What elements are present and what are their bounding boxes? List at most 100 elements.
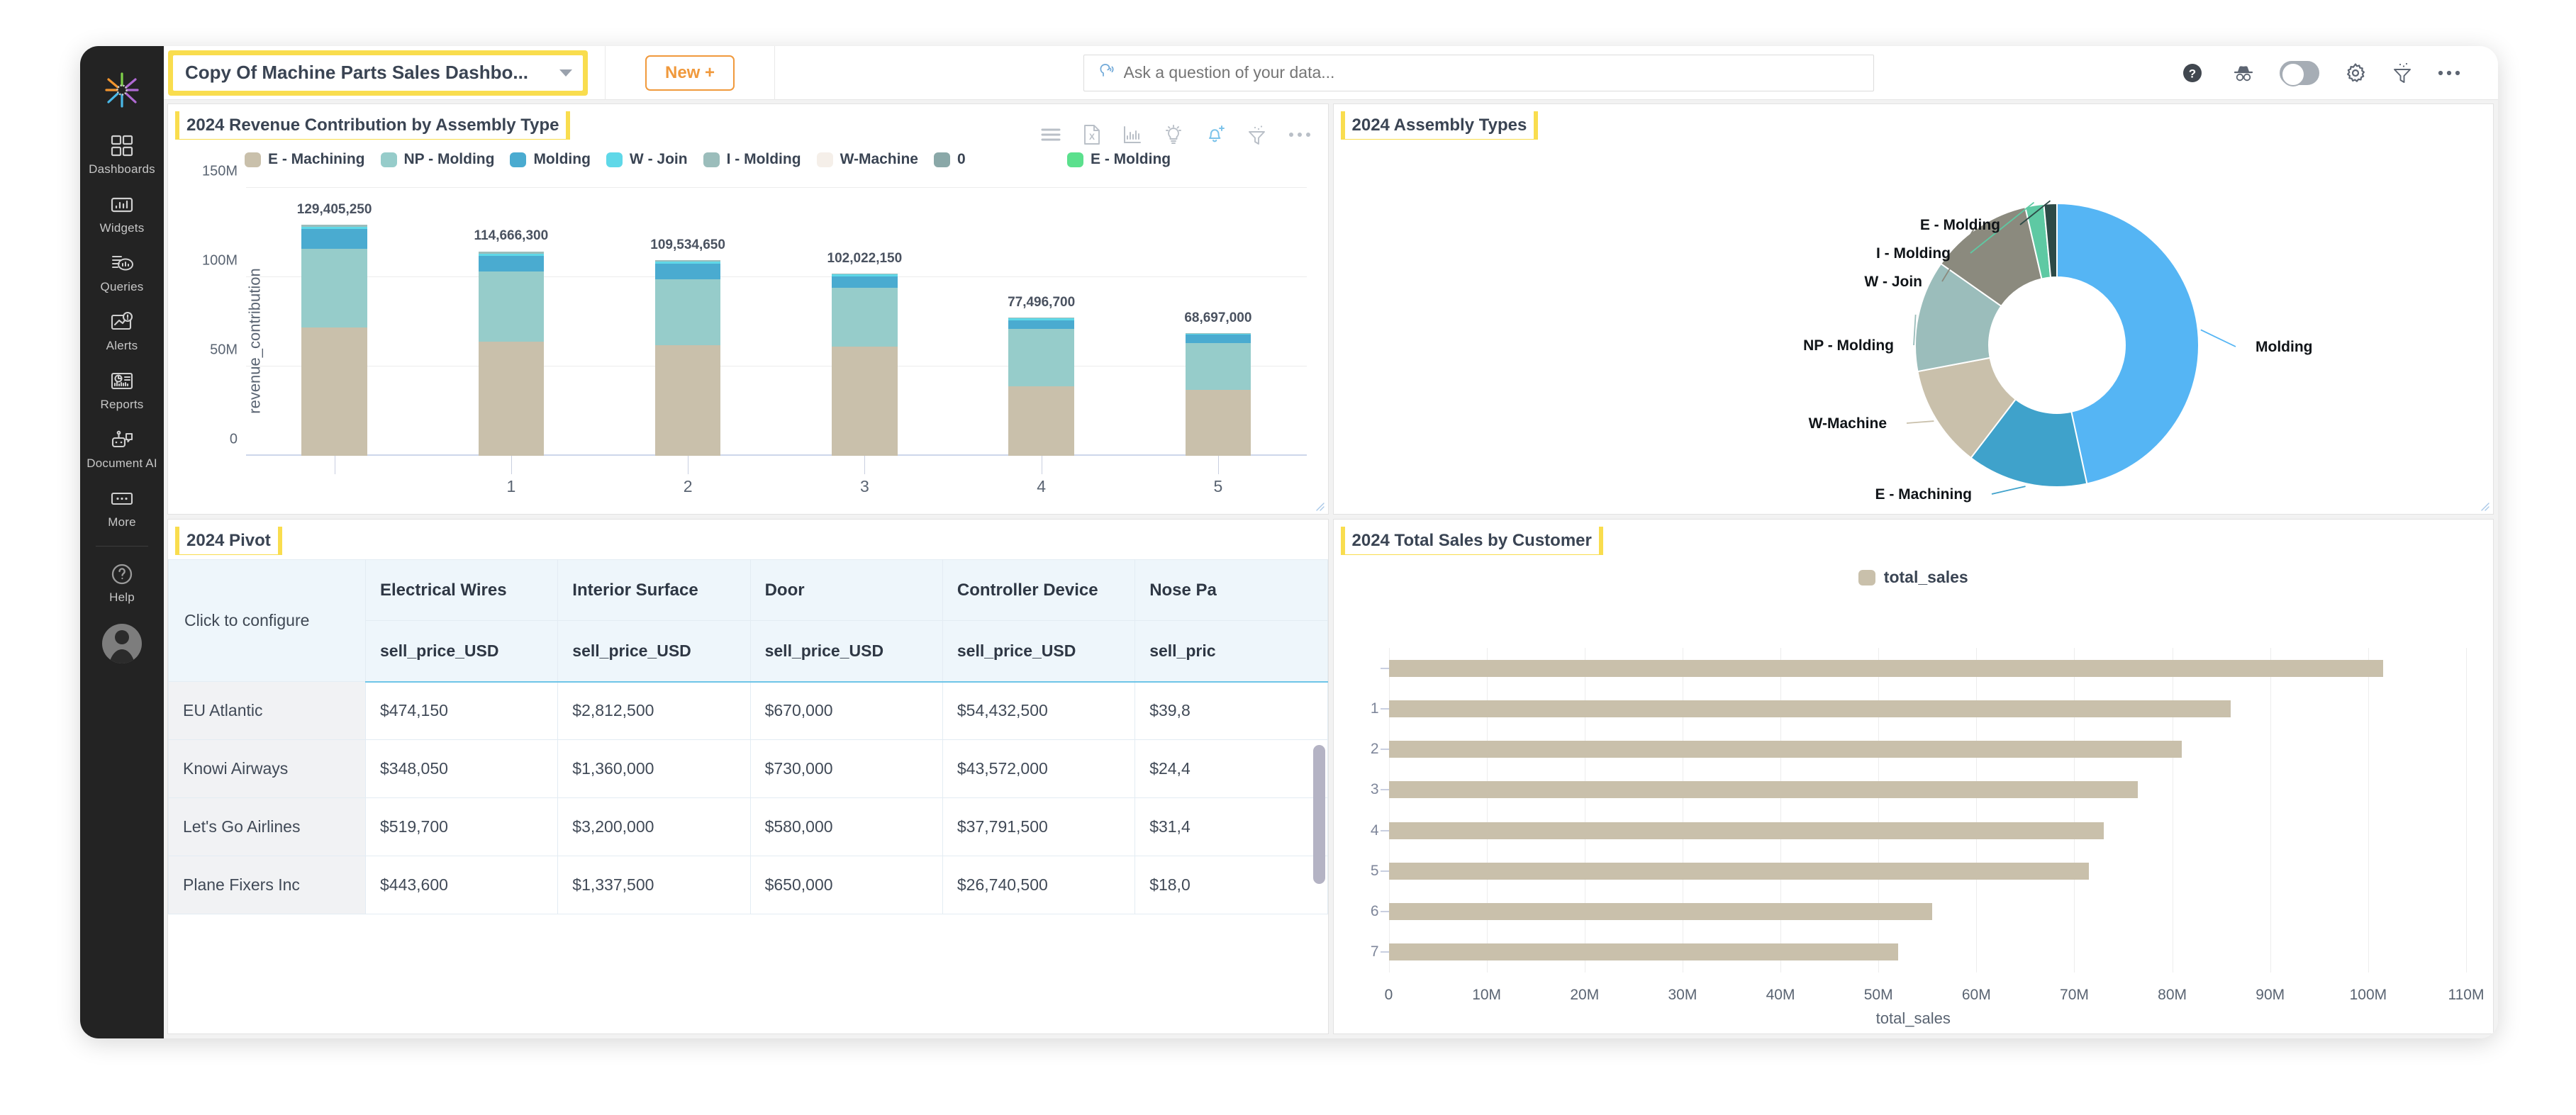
pivot-cell: $37,791,500 (942, 798, 1134, 856)
report-icon (109, 369, 135, 394)
table-row[interactable]: Let's Go Airlines$519,700$3,200,000$580,… (169, 798, 1328, 856)
filter-icon[interactable] (2392, 61, 2413, 85)
bar[interactable] (1389, 863, 2090, 880)
pivot-measure-header[interactable]: sell_pric (1135, 621, 1327, 682)
pivot-measure-header[interactable]: sell_price_USD (750, 621, 942, 682)
bar-segment (479, 271, 545, 341)
bar[interactable] (1389, 822, 2104, 839)
pivot-measure-header[interactable]: sell_price_USD (942, 621, 1134, 682)
vertical-scrollbar[interactable] (1313, 745, 1325, 884)
sidebar-item-queries[interactable]: Queries (80, 242, 164, 301)
x-tick-label: 2 (684, 477, 693, 496)
resize-handle[interactable] (1313, 500, 1325, 511)
search-input[interactable] (1124, 63, 1862, 82)
legend-label: NP - Molding (404, 151, 495, 168)
avatar[interactable] (102, 624, 142, 663)
plot-area: 010M20M30M40M50M60M70M80M90M100M110M1234… (1389, 648, 2467, 973)
bar-column[interactable]: 129,405,250 (301, 225, 367, 456)
gridline (2368, 648, 2369, 973)
x-tick-label: 1 (506, 477, 515, 496)
bar[interactable] (1389, 943, 1898, 960)
pivot-column-header[interactable]: Door (750, 560, 942, 621)
x-tick-label: 90M (2256, 987, 2285, 1004)
new-button[interactable]: New + (645, 55, 735, 91)
bar-chart-icon (109, 192, 135, 218)
x-tick-mark (1218, 456, 1219, 474)
bar[interactable] (1389, 781, 2139, 798)
gear-icon[interactable] (2343, 61, 2368, 85)
y-tick-label: 150M (202, 164, 238, 180)
help-icon-wrap: ? (2182, 62, 2231, 84)
legend-item[interactable]: E - Molding (1067, 151, 1185, 168)
filter-icon[interactable] (1247, 124, 1267, 145)
incognito-icon[interactable] (2231, 62, 2256, 84)
legend-label: E - Molding (1091, 151, 1171, 168)
more-options-icon[interactable] (1288, 131, 1311, 138)
bar-value-label: 114,666,300 (474, 228, 549, 244)
x-axis-label: total_sales (1876, 1009, 1951, 1028)
chart-legend: E - Machining NP - Molding Molding W - Join… (168, 145, 1328, 168)
legend-item[interactable]: E - Machining (245, 151, 365, 168)
horizontal-bar-chart: 010M20M30M40M50M60M70M80M90M100M110M1234… (1334, 587, 2494, 1033)
bar-segment (1008, 320, 1074, 330)
sidebar-item-help[interactable]: Help (80, 552, 164, 611)
legend-label: Molding (533, 151, 590, 168)
leader-line (1907, 421, 1934, 423)
legend-item[interactable]: Molding (510, 151, 590, 168)
legend-item[interactable]: 0 (934, 151, 1052, 168)
sidebar-item-dashboards[interactable]: Dashboards (80, 124, 164, 183)
bar-column[interactable]: 77,496,700 (1008, 318, 1074, 456)
pivot-column-header[interactable]: Interior Surface (558, 560, 750, 621)
bar[interactable] (1389, 741, 2182, 758)
bar-column[interactable]: 68,697,000 (1186, 333, 1251, 456)
bar[interactable] (1389, 903, 1933, 920)
pivot-cell: $443,600 (366, 856, 558, 914)
pivot-measure-header[interactable]: sell_price_USD (558, 621, 750, 682)
legend-swatch (703, 152, 720, 167)
app-logo[interactable] (80, 56, 164, 124)
pivot-measure-header[interactable]: sell_price_USD (366, 621, 558, 682)
chart-type-icon[interactable] (1122, 125, 1142, 145)
sidebar-item-widgets[interactable]: Widgets (80, 183, 164, 242)
pivot-table-wrap[interactable]: Click to configureElectrical WiresInteri… (168, 559, 1328, 1033)
insight-bulb-icon[interactable] (1164, 124, 1183, 145)
legend-item[interactable]: W-Machine (817, 151, 918, 168)
table-row[interactable]: Plane Fixers Inc$443,600$1,337,500$650,0… (169, 856, 1328, 914)
dashboard-grid: 2024 Revenue Contribution by Assembly Ty… (164, 100, 2498, 1038)
pivot-configure-cell[interactable]: Click to configure (169, 560, 366, 682)
table-row[interactable]: Knowi Airways$348,050$1,360,000$730,000$… (169, 740, 1328, 798)
legend-item[interactable]: I - Molding (703, 151, 801, 168)
export-excel-icon[interactable]: X (1083, 124, 1101, 145)
sidebar-item-more[interactable]: More (80, 477, 164, 536)
leader-line (2200, 330, 2235, 347)
add-alert-icon[interactable] (1205, 124, 1226, 145)
bar[interactable] (1389, 660, 2383, 677)
resize-handle[interactable] (2478, 500, 2489, 511)
ask-question-box[interactable] (1083, 55, 1874, 91)
table-row[interactable]: EU Atlantic$474,150$2,812,500$670,000$54… (169, 682, 1328, 740)
legend-label: W - Join (630, 151, 688, 168)
sidebar-item-document-ai[interactable]: Document AI (80, 418, 164, 477)
sidebar-item-reports[interactable]: Reports (80, 359, 164, 418)
pivot-column-header[interactable]: Nose Pa (1135, 560, 1327, 621)
legend-label: I - Molding (727, 151, 801, 168)
bar-segment (479, 342, 545, 456)
sidebar-item-alerts[interactable]: Alerts (80, 301, 164, 359)
bar-column[interactable]: 102,022,150 (832, 274, 898, 456)
mode-toggle[interactable] (2280, 61, 2319, 85)
legend-item[interactable]: W - Join (606, 151, 688, 168)
widget-assembly-types: 2024 Assembly Types MoldingE - Machining… (1333, 103, 2494, 515)
dashboard-select[interactable]: Copy Of Machine Parts Sales Dashbo... (173, 55, 583, 91)
bar[interactable] (1389, 700, 2231, 717)
more-options-icon[interactable] (2437, 69, 2461, 77)
pivot-column-header[interactable]: Electrical Wires (366, 560, 558, 621)
bar-column[interactable]: 114,666,300 (479, 251, 545, 456)
chart-legend: total_sales (1334, 555, 2494, 587)
bar-column[interactable]: 109,534,650 (655, 260, 721, 456)
legend-item[interactable]: NP - Molding (381, 151, 495, 168)
app-window: Dashboards Widgets Queries (80, 46, 2498, 1038)
pivot-cell: $24,4 (1135, 740, 1327, 798)
help-icon[interactable]: ? (2182, 62, 2203, 84)
menu-icon[interactable] (1040, 127, 1061, 142)
pivot-column-header[interactable]: Controller Device (942, 560, 1134, 621)
